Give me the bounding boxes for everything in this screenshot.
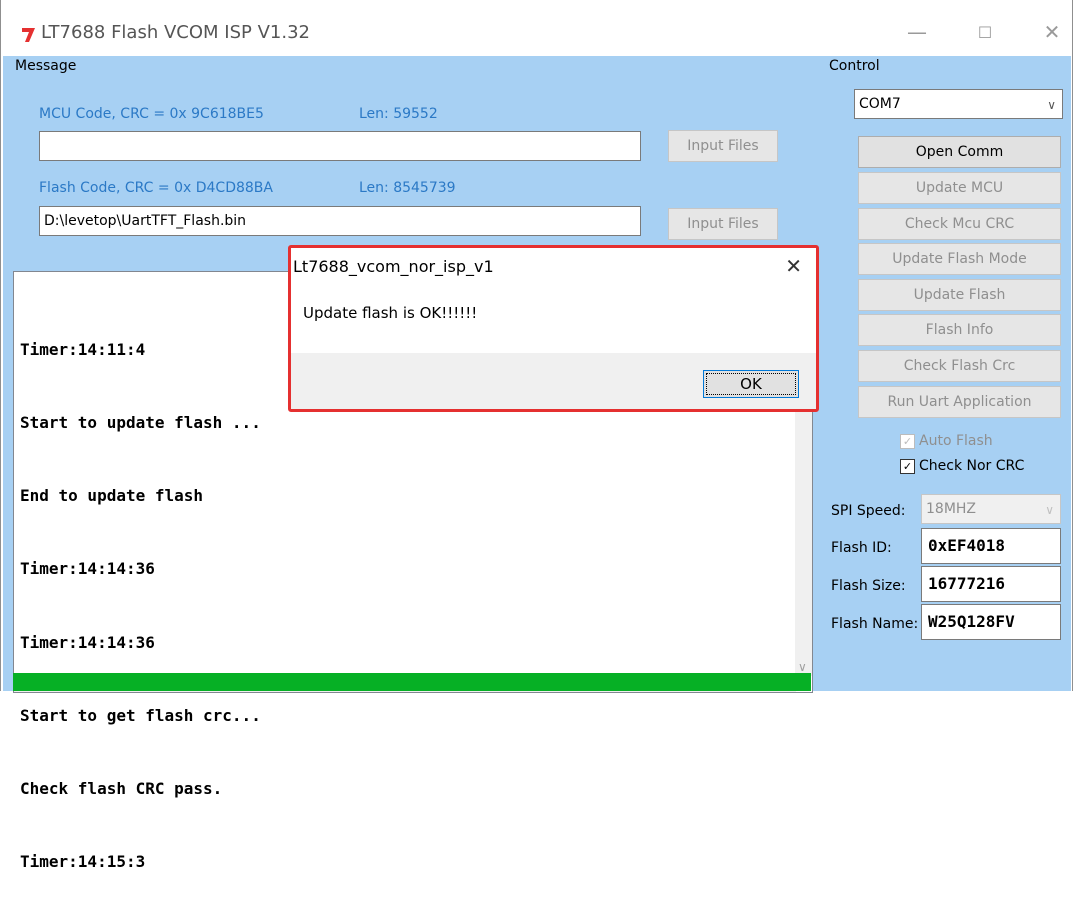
- flash-id-field[interactable]: 0xEF4018: [921, 528, 1061, 564]
- checkmark-icon: ✓: [900, 458, 915, 474]
- minimize-button[interactable]: —: [897, 16, 937, 48]
- flash-input-files-button[interactable]: Input Files: [668, 208, 778, 240]
- title-bar[interactable]: LT7688 Flash VCOM ISP V1.32 — ☐ ✕: [1, 0, 1072, 56]
- auto-flash-checkbox[interactable]: ✓ Auto Flash: [900, 433, 993, 449]
- mcu-input-files-button[interactable]: Input Files: [668, 130, 778, 162]
- mcu-file-path-input[interactable]: [39, 131, 641, 161]
- check-nor-crc-checkbox[interactable]: ✓ Check Nor CRC: [900, 458, 1024, 474]
- app-window: LT7688 Flash VCOM ISP V1.32 — ☐ ✕ Messag…: [0, 0, 1073, 871]
- spi-speed-label: SPI Speed:: [831, 503, 906, 519]
- flash-name-field[interactable]: W25Q128FV: [921, 604, 1061, 640]
- flash-id-label: Flash ID:: [831, 540, 892, 556]
- progress-bar: [13, 673, 811, 691]
- update-flash-button[interactable]: Update Flash: [858, 279, 1061, 311]
- dialog-close-button[interactable]: ✕: [785, 254, 802, 278]
- check-mcu-crc-button[interactable]: Check Mcu CRC: [858, 208, 1061, 240]
- update-mcu-button[interactable]: Update MCU: [858, 172, 1061, 204]
- flash-crc-label: Flash Code, CRC = 0x D4CD88BA: [39, 180, 273, 196]
- dialog-ok-button[interactable]: OK: [703, 370, 799, 398]
- dialog-title-bar[interactable]: Lt7688_vcom_nor_isp_v1 ✕: [291, 248, 816, 284]
- dialog-body: Update flash is OK!!!!!!: [291, 284, 816, 353]
- log-line: End to update flash: [20, 486, 204, 506]
- spi-speed-value: 18MHZ: [926, 501, 977, 517]
- check-flash-crc-button[interactable]: Check Flash Crc: [858, 350, 1061, 382]
- app-logo-icon: [22, 28, 35, 42]
- log-line: Timer:14:14:36: [20, 559, 155, 579]
- auto-flash-label: Auto Flash: [919, 433, 993, 449]
- dialog-message: Update flash is OK!!!!!!: [303, 304, 478, 322]
- window-title: LT7688 Flash VCOM ISP V1.32: [41, 22, 310, 43]
- log-line: Timer:14:14:36: [20, 632, 155, 652]
- log-line: Timer:14:11:4: [20, 339, 146, 359]
- update-flash-mode-button[interactable]: Update Flash Mode: [858, 243, 1061, 275]
- close-button[interactable]: ✕: [1032, 16, 1072, 48]
- checkmark-icon: ✓: [900, 433, 915, 449]
- maximize-button[interactable]: ☐: [965, 16, 1005, 48]
- flash-len-label: Len: 8545739: [359, 180, 456, 196]
- mcu-len-label: Len: 59552: [359, 106, 438, 122]
- log-line: Start to get flash crc...: [20, 705, 261, 725]
- chevron-down-icon: ∨: [1045, 503, 1054, 517]
- message-dialog: Lt7688_vcom_nor_isp_v1 ✕ Update flash is…: [288, 245, 819, 412]
- progress-fill: [13, 673, 811, 691]
- flash-size-label: Flash Size:: [831, 578, 906, 594]
- com-port-value: COM7: [859, 96, 901, 112]
- flash-name-label: Flash Name:: [831, 616, 919, 632]
- open-comm-button[interactable]: Open Comm: [858, 136, 1061, 168]
- message-group-label: Message: [15, 58, 77, 74]
- mcu-crc-label: MCU Code, CRC = 0x 9C618BE5: [39, 106, 264, 122]
- spi-speed-select[interactable]: 18MHZ ∨: [921, 494, 1061, 524]
- control-group-label: Control: [829, 58, 880, 74]
- dialog-title: Lt7688_vcom_nor_isp_v1: [293, 257, 494, 276]
- log-line: Check flash CRC pass.: [20, 779, 223, 799]
- flash-file-path-input[interactable]: D:\levetop\UartTFT_Flash.bin: [39, 206, 641, 236]
- run-uart-application-button[interactable]: Run Uart Application: [858, 386, 1061, 418]
- flash-size-field[interactable]: 16777216: [921, 566, 1061, 602]
- com-port-select[interactable]: COM7 ∨: [854, 89, 1063, 119]
- log-lines: Timer:14:11:4 Start to update flash ... …: [20, 289, 261, 924]
- log-line: Start to update flash ...: [20, 413, 261, 433]
- check-nor-crc-label: Check Nor CRC: [919, 458, 1025, 474]
- log-line: Timer:14:15:3: [20, 852, 146, 872]
- chevron-down-icon: ∨: [1047, 98, 1056, 112]
- scroll-down-icon[interactable]: ∨: [798, 660, 807, 674]
- flash-info-button[interactable]: Flash Info: [858, 314, 1061, 346]
